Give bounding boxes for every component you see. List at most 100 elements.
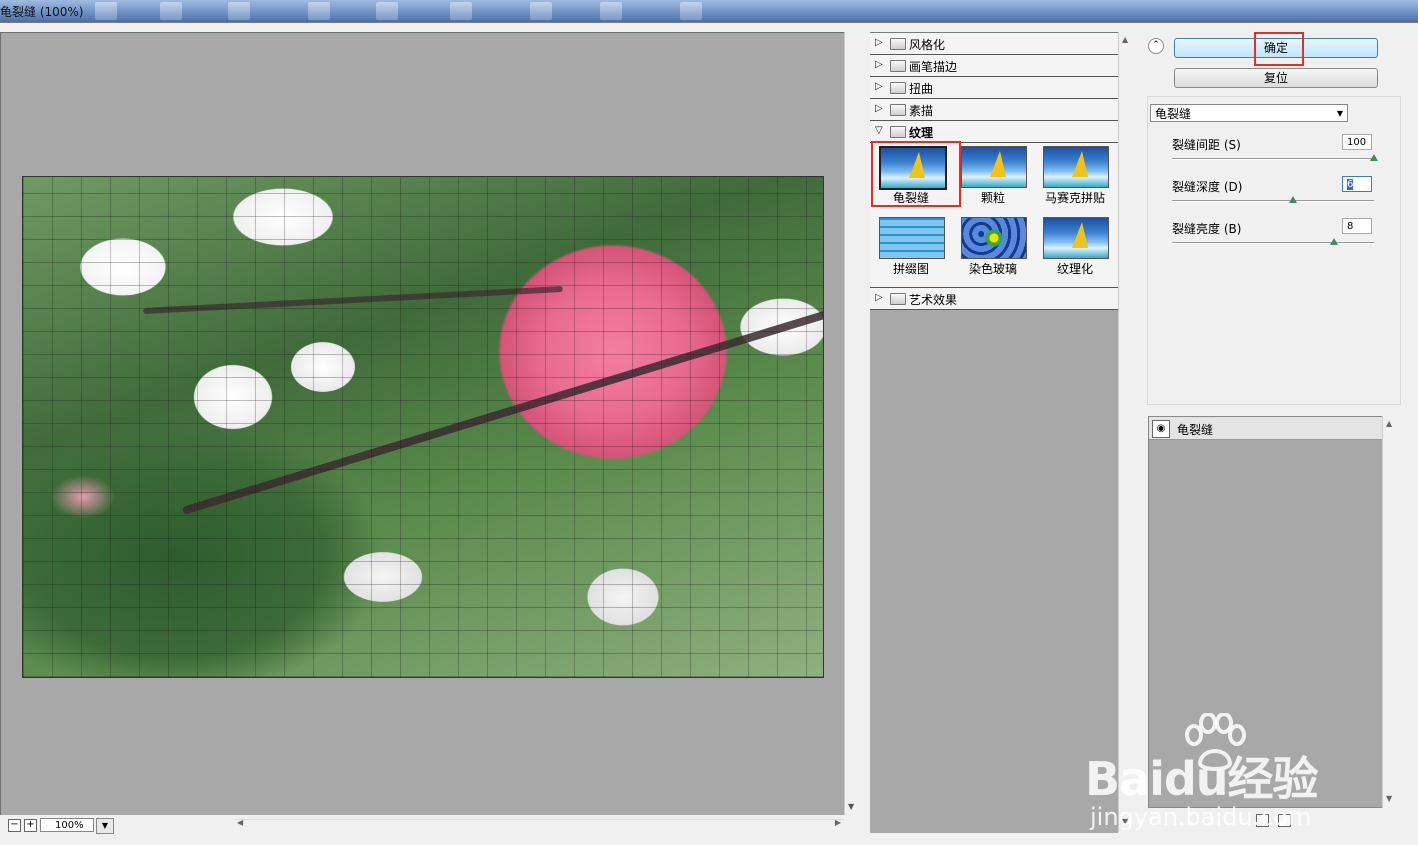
param-crack-brightness: 裂缝亮度 (B) 8 bbox=[1172, 218, 1377, 258]
preview-image[interactable] bbox=[22, 176, 824, 678]
texture-thumbnails: 龟裂缝 颗粒 马赛克拼贴 拼缀图 染色玻璃 纹理化 bbox=[870, 141, 1118, 288]
category-label: 风格化 bbox=[909, 38, 946, 52]
param-label: 裂缝亮度 (B) bbox=[1172, 222, 1242, 236]
chevron-down-icon: ▼ bbox=[1336, 109, 1343, 118]
eye-icon[interactable]: ◉ bbox=[1152, 420, 1170, 438]
zoom-out-button[interactable]: − bbox=[8, 819, 21, 832]
slider-knob[interactable] bbox=[1370, 154, 1378, 161]
highlight-box bbox=[1254, 32, 1304, 66]
thumbnail-label: 拼缀图 bbox=[892, 262, 929, 276]
zoom-level-field[interactable]: 100% bbox=[40, 818, 94, 832]
preview-canvas[interactable] bbox=[0, 32, 845, 816]
expand-triangle-icon[interactable]: ▷ bbox=[875, 59, 883, 70]
category-artistic[interactable]: ▷ 艺术效果 bbox=[870, 288, 1118, 310]
category-stylize[interactable]: ▷ 风格化 bbox=[870, 33, 1118, 55]
gallery-scrollbar[interactable]: ▲ ▼ bbox=[1118, 32, 1133, 832]
folder-icon bbox=[890, 293, 906, 305]
folder-open-icon bbox=[890, 126, 906, 138]
thumbnail-label: 染色玻璃 bbox=[968, 262, 1017, 276]
slider-knob[interactable] bbox=[1329, 238, 1338, 245]
thumbnail-patchwork[interactable]: 拼缀图 bbox=[870, 214, 952, 284]
crack-spacing-input[interactable]: 100 bbox=[1342, 134, 1372, 150]
thumbnail-label: 颗粒 bbox=[980, 191, 1005, 205]
expand-triangle-icon[interactable]: ▷ bbox=[875, 81, 883, 92]
param-label: 裂缝深度 (D) bbox=[1172, 180, 1243, 194]
delete-effect-layer-icon[interactable] bbox=[1278, 814, 1291, 827]
effect-layer-row[interactable]: ◉ 龟裂缝 bbox=[1149, 417, 1383, 440]
category-label: 艺术效果 bbox=[909, 293, 958, 307]
window-title: 龟裂缝 (100%) bbox=[0, 5, 84, 19]
taskbar-app-icon bbox=[308, 2, 330, 20]
thumbnail-texturizer[interactable]: 纹理化 bbox=[1034, 214, 1116, 284]
category-label: 扭曲 bbox=[909, 82, 934, 96]
category-distort[interactable]: ▷ 扭曲 bbox=[870, 77, 1118, 99]
highlight-box bbox=[871, 141, 961, 207]
param-label: 裂缝间距 (S) bbox=[1172, 138, 1241, 152]
scroll-left-arrow-icon[interactable]: ◀ bbox=[237, 818, 243, 827]
folder-icon bbox=[890, 104, 906, 116]
crack-brightness-input[interactable]: 8 bbox=[1342, 218, 1372, 234]
thumbnail-image bbox=[961, 146, 1027, 188]
scroll-up-arrow-icon[interactable]: ▲ bbox=[1122, 35, 1128, 44]
filter-gallery-dialog: ▼ − + 100% ▼ ◀ ▶ ▷ 风格化 ▷ 画笔描边 ▷ 扭曲 ▷ 素描 … bbox=[0, 22, 1418, 845]
slider-track[interactable] bbox=[1172, 242, 1374, 244]
window-titlebar: 龟裂缝 (100%) bbox=[0, 0, 1418, 22]
effect-layer-name: 龟裂缝 bbox=[1177, 423, 1214, 437]
scroll-down-arrow-icon[interactable]: ▼ bbox=[1122, 817, 1128, 826]
category-texture[interactable]: ▽ 纹理 bbox=[870, 121, 1118, 143]
thumbnail-image bbox=[961, 217, 1027, 259]
param-crack-depth: 裂缝深度 (D) 6 bbox=[1172, 176, 1377, 216]
taskbar-app-icon bbox=[600, 2, 622, 20]
new-effect-layer-icon[interactable] bbox=[1256, 814, 1269, 827]
scroll-right-arrow-icon[interactable]: ▶ bbox=[835, 818, 841, 827]
thumbnail-stained-glass[interactable]: 染色玻璃 bbox=[952, 214, 1034, 284]
zoom-dropdown-arrow-icon[interactable]: ▼ bbox=[96, 818, 114, 834]
collapse-gallery-icon[interactable]: ⌃ bbox=[1148, 38, 1164, 54]
scroll-down-arrow-icon[interactable]: ▼ bbox=[1386, 794, 1392, 803]
folder-icon bbox=[890, 60, 906, 72]
effect-layers-list: ◉ 龟裂缝 bbox=[1148, 416, 1384, 808]
slider-track[interactable] bbox=[1172, 158, 1374, 160]
selected-value: 6 bbox=[1347, 179, 1354, 190]
collapse-triangle-icon[interactable]: ▽ bbox=[875, 125, 883, 136]
thumbnail-image bbox=[879, 217, 945, 259]
filter-select[interactable]: 龟裂缝 ▼ bbox=[1150, 104, 1348, 122]
reset-button[interactable]: 复位 bbox=[1174, 68, 1378, 88]
expand-triangle-icon[interactable]: ▷ bbox=[875, 103, 883, 114]
taskbar-app-icon bbox=[450, 2, 472, 20]
thumbnail-label: 马赛克拼贴 bbox=[1044, 191, 1105, 205]
folder-icon bbox=[890, 38, 906, 50]
folder-icon bbox=[890, 82, 906, 94]
slider-track[interactable] bbox=[1172, 200, 1374, 202]
slider-knob[interactable] bbox=[1289, 196, 1298, 203]
category-brush-strokes[interactable]: ▷ 画笔描边 bbox=[870, 55, 1118, 77]
scroll-down-arrow-icon[interactable]: ▼ bbox=[848, 802, 854, 811]
zoom-bar: − + 100% ▼ ◀ ▶ bbox=[0, 815, 860, 837]
layers-scrollbar[interactable]: ▲ ▼ bbox=[1382, 416, 1397, 808]
thumbnail-mosaic-tiles[interactable]: 马赛克拼贴 bbox=[1034, 143, 1116, 213]
taskbar-app-icon bbox=[160, 2, 182, 20]
category-sketch[interactable]: ▷ 素描 bbox=[870, 99, 1118, 121]
crack-depth-input[interactable]: 6 bbox=[1342, 176, 1372, 192]
thumbnail-image bbox=[1043, 217, 1109, 259]
craquelure-texture bbox=[23, 177, 823, 677]
taskbar-app-icon bbox=[95, 2, 117, 20]
taskbar-app-icon bbox=[680, 2, 702, 20]
scroll-up-arrow-icon[interactable]: ▲ bbox=[1386, 419, 1392, 428]
taskbar-app-icon bbox=[228, 2, 250, 20]
thumbnail-grain[interactable]: 颗粒 bbox=[952, 143, 1034, 213]
taskbar-app-icon bbox=[376, 2, 398, 20]
category-label: 素描 bbox=[909, 104, 934, 118]
filter-select-value: 龟裂缝 bbox=[1155, 107, 1192, 121]
thumbnail-image bbox=[1043, 146, 1109, 188]
filter-category-list: ▷ 风格化 ▷ 画笔描边 ▷ 扭曲 ▷ 素描 ▽ 纹理 龟裂缝 颗粒 马赛克拼贴… bbox=[870, 33, 1118, 310]
layer-tools bbox=[1256, 814, 1316, 830]
filter-gallery-panel: ▷ 风格化 ▷ 画笔描边 ▷ 扭曲 ▷ 素描 ▽ 纹理 龟裂缝 颗粒 马赛克拼贴… bbox=[870, 32, 1118, 833]
zoom-in-button[interactable]: + bbox=[24, 819, 37, 832]
preview-horizontal-scrollbar[interactable]: ◀ ▶ bbox=[234, 818, 844, 832]
category-label: 画笔描边 bbox=[909, 60, 958, 74]
expand-triangle-icon[interactable]: ▷ bbox=[875, 292, 883, 303]
category-label: 纹理 bbox=[909, 126, 934, 140]
expand-triangle-icon[interactable]: ▷ bbox=[875, 37, 883, 48]
preview-vertical-scrollbar[interactable]: ▼ bbox=[844, 32, 859, 817]
